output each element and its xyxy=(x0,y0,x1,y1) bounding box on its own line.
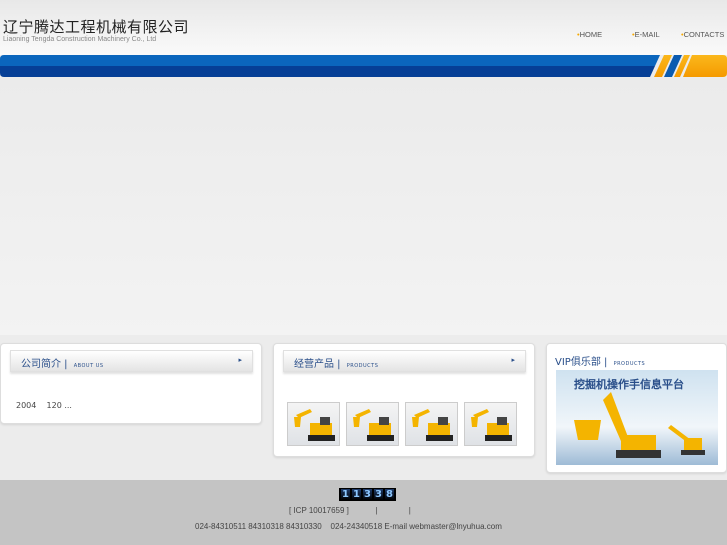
product-thumbnail-2[interactable] xyxy=(346,402,399,446)
excavator-image xyxy=(574,392,705,458)
main-banner-area xyxy=(0,78,727,335)
vip-banner[interactable]: 挖掘机操作手信息平台 xyxy=(556,370,718,465)
icp-text[interactable]: [ ICP 10017659 ] | | xyxy=(289,506,411,515)
company-title: 辽宁腾达工程机械有限公司 xyxy=(3,18,190,36)
nav-home[interactable]: •HOME xyxy=(577,30,602,39)
company-subtitle: Liaoning Tengda Construction Machinery C… xyxy=(3,36,157,43)
product-thumbnail-4[interactable] xyxy=(464,402,517,446)
about-text: 2004 120 ... xyxy=(16,401,72,410)
footer: 11338 [ ICP 10017659 ] | | 024-84310511 … xyxy=(0,480,727,545)
contact-text: 024-84310511 84310318 84310330 024-24340… xyxy=(195,522,502,531)
product-thumbnail-3[interactable] xyxy=(405,402,458,446)
product-thumbnail-1[interactable] xyxy=(287,402,340,446)
header: 辽宁腾达工程机械有限公司 Liaoning Tengda Constructio… xyxy=(0,0,727,55)
vip-panel: VIP俱乐部 | PRODUCTS 挖掘机操作手信息平台 xyxy=(546,343,727,473)
visitor-counter: 11338 xyxy=(339,488,396,501)
about-header[interactable]: 公司简介 | ABOUT US ▸ xyxy=(10,350,253,372)
about-panel: 公司简介 | ABOUT US ▸ 2004 120 ... xyxy=(0,343,262,424)
nav-email[interactable]: •E-MAIL xyxy=(632,30,660,39)
header-banner-stripe xyxy=(0,55,727,77)
products-header[interactable]: 经营产品 | PRODUCTS ▸ xyxy=(283,350,526,372)
nav-contacts[interactable]: •CONTACTS xyxy=(681,30,724,39)
arrow-right-icon[interactable]: ▸ xyxy=(511,356,515,364)
products-panel: 经营产品 | PRODUCTS ▸ xyxy=(273,343,535,457)
arrow-right-icon[interactable]: ▸ xyxy=(238,356,242,364)
